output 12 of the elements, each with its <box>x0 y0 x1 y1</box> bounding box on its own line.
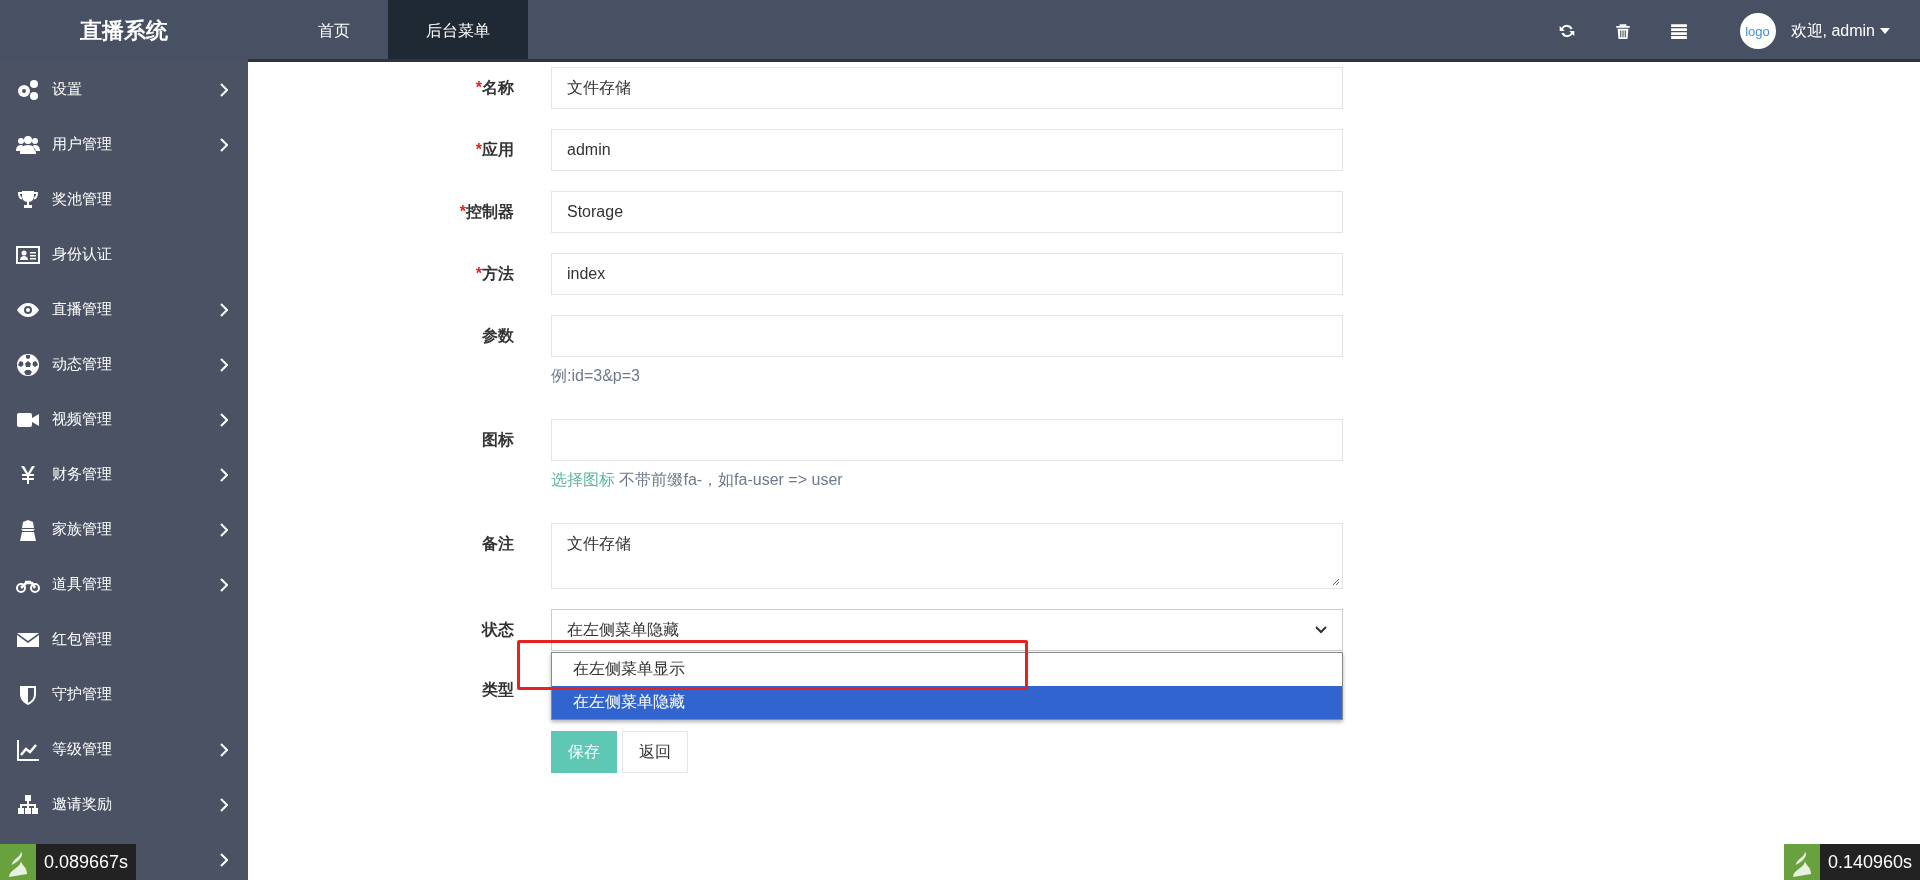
field-label: 类型 <box>481 680 514 700</box>
field-label: 参数 <box>481 326 514 346</box>
brand-title: 直播系统 <box>79 17 169 45</box>
field-label: *应用 <box>474 140 514 160</box>
help-text: 选择图标 不带前缀fa-，如fa-user => user <box>551 470 844 490</box>
field-label: *方法 <box>474 264 514 284</box>
field-label: 图标 <box>481 430 514 450</box>
field-label: *名称 <box>474 78 514 98</box>
field-label: *控制器 <box>458 202 514 222</box>
field-label: 状态 <box>480 620 514 640</box>
field-label: 备注 <box>481 534 514 554</box>
help-text: 例:id=3&p=3 <box>551 366 641 386</box>
